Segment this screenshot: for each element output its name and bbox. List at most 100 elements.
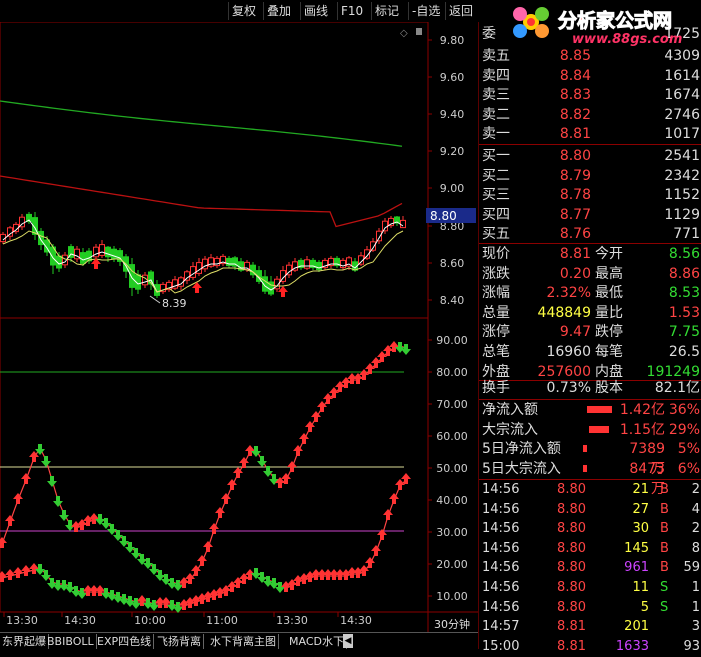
logo-title: 分析家公式网	[557, 10, 673, 33]
up-arrow-icon	[197, 555, 207, 566]
divider	[479, 144, 701, 145]
back-button[interactable]: 返回	[445, 2, 476, 20]
time-axis-label: 11:00	[206, 614, 238, 627]
order-ratio-label: 委	[482, 26, 496, 42]
asks-label: 卖三	[482, 87, 510, 104]
bids-volume: 2541	[664, 148, 700, 164]
candle-body	[99, 244, 105, 256]
time-axis-label: 13:30	[6, 614, 38, 627]
tick-side: B	[660, 560, 669, 576]
restore-right-button[interactable]: 复权	[228, 2, 259, 20]
tick-row: 14:56 8.80 5 S 1	[479, 598, 701, 618]
tick-volume: 30	[632, 521, 649, 537]
bids-volume: 2342	[664, 167, 700, 184]
up-arrow-icon	[389, 493, 399, 504]
flow-row: 净流入额 1.42亿 36%	[479, 400, 701, 420]
flow-bar	[583, 445, 587, 453]
asks-row: 卖一 8.81 1017	[479, 124, 701, 144]
mark-button[interactable]: 标记	[371, 2, 402, 20]
tick-side: B	[660, 540, 669, 556]
tick-row: 15:00 8.81 1633 93	[479, 637, 701, 657]
scroll-left-icon[interactable]: ◀	[343, 634, 353, 648]
flow-percent: 29%	[668, 421, 700, 438]
tick-time: 15:00	[482, 638, 520, 654]
overlay-button[interactable]: 叠加	[263, 2, 294, 20]
candle-body	[196, 262, 202, 274]
stat-row: 涨停 9.47 跌停 7.75	[479, 322, 701, 342]
bids-price: 8.80	[559, 148, 591, 164]
tab-dongjie[interactable]: 东界起爆	[0, 634, 49, 649]
bids-volume: 1129	[664, 206, 700, 223]
bids-price: 8.77	[559, 206, 591, 223]
tick-time: 14:56	[482, 599, 520, 615]
stat-label: 涨幅	[482, 285, 510, 302]
flow-label: 大宗流入	[482, 421, 538, 438]
flow-percent: 36%	[668, 402, 700, 418]
bids-price: 8.78	[559, 187, 591, 204]
flow-label: 5日大宗流入	[482, 460, 561, 477]
flow-row: 大宗流入 1.15亿 29%	[479, 420, 701, 440]
tick-count: 59	[683, 560, 700, 576]
up-arrow-icon	[21, 565, 31, 576]
candle-body	[184, 271, 190, 281]
period-label[interactable]: 30分钟	[434, 617, 470, 631]
up-arrow-icon	[13, 567, 23, 578]
watchlist-button[interactable]: -自选	[408, 2, 443, 20]
down-arrow-icon	[269, 474, 279, 485]
tab-macd[interactable]: MACD水下	[287, 634, 347, 649]
stat-value: 448849	[537, 304, 591, 321]
stat-label: 今开	[595, 246, 623, 262]
stat-label: 每笔	[595, 344, 623, 360]
bids-label: 买三	[482, 187, 510, 204]
up-arrow-icon	[89, 513, 99, 524]
bids-row: 买三 8.78 1152	[479, 185, 701, 205]
f10-button[interactable]: F10	[337, 2, 366, 20]
stat-value: 8.86	[668, 265, 700, 282]
tick-side: S	[660, 599, 669, 615]
stat-value: 16960	[546, 344, 591, 360]
up-arrow-icon	[203, 541, 213, 552]
tab-feiyang[interactable]: 飞扬背离	[155, 634, 204, 649]
diamond-icon: ◇	[400, 28, 408, 39]
tick-row: 14:56 8.80 145 B 8	[479, 539, 701, 559]
current-price-label: 8.80	[430, 209, 457, 223]
tick-price: 8.80	[557, 560, 586, 576]
up-arrow-icon	[239, 457, 249, 468]
stat-value: 26.5	[668, 344, 700, 360]
tab-underwater-main[interactable]: 水下背离主图	[208, 634, 279, 649]
asks-volume: 1017	[664, 126, 700, 143]
tick-row: 14:56 8.80 21 B 2	[479, 480, 701, 500]
tick-time: 14:56	[482, 580, 520, 595]
tick-count: 2	[691, 521, 700, 537]
up-arrow-icon	[209, 523, 219, 534]
flow-bar	[583, 464, 587, 472]
draw-line-button[interactable]: 画线	[300, 2, 331, 20]
tick-count: 93	[683, 638, 700, 654]
asks-label: 卖一	[482, 126, 510, 143]
chart-canvas[interactable]: 9.809.609.409.209.008.808.608.408.80◇8.3…	[0, 0, 478, 632]
candle-body	[80, 252, 86, 264]
up-arrow-icon	[221, 493, 231, 504]
stat-label: 涨停	[482, 324, 510, 341]
down-arrow-icon	[35, 564, 45, 575]
indicator-axis-label: 60.00	[436, 430, 468, 443]
ma-red-line	[0, 175, 403, 228]
asks-price: 8.81	[559, 126, 591, 143]
turnover-value: 0.73%	[546, 380, 591, 396]
tab-bbiboll[interactable]: BBIBOLL	[45, 634, 97, 649]
tick-side: B	[660, 501, 669, 517]
bids-label: 买二	[482, 167, 510, 184]
tick-count: 8	[691, 540, 700, 556]
low-price-label: 8.39	[162, 297, 187, 310]
tick-count: 1	[691, 580, 700, 595]
tick-side: S	[660, 580, 669, 595]
indicator-axis-label: 10.00	[436, 590, 468, 603]
stat-label: 现价	[482, 246, 510, 262]
up-arrow-icon	[299, 433, 309, 444]
turnover-label: 换手	[482, 380, 510, 396]
up-arrow-icon	[215, 507, 225, 518]
tick-count: 3	[691, 619, 700, 635]
indicator-axis-label: 50.00	[436, 462, 468, 475]
tab-exp[interactable]: EXP四色线	[95, 634, 155, 649]
logo-url: www.88gs.com	[572, 32, 683, 47]
